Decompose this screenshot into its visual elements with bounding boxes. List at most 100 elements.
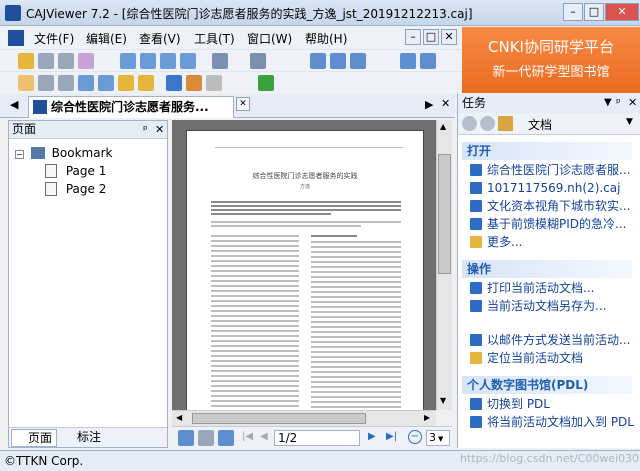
scroll-right-icon[interactable]: ▶ (424, 413, 430, 422)
back-icon[interactable] (462, 116, 477, 131)
dropdown-icon[interactable]: ▼ (604, 94, 612, 112)
email-icon[interactable] (78, 53, 94, 69)
highlight-icon[interactable] (118, 75, 134, 91)
fit-view-icon[interactable] (218, 430, 234, 446)
cnki-banner[interactable]: CNKI协同研学平台 新一代研学型图书馆 (462, 27, 640, 93)
email-icon (470, 334, 482, 346)
email-active-doc[interactable]: 以邮件方式发送当前活动... (470, 332, 634, 350)
doc-icon (8, 30, 24, 46)
home-icon[interactable] (498, 116, 513, 131)
horizontal-scrollbar[interactable]: ◀ ▶ (172, 410, 436, 426)
zoom-value: 3 (429, 431, 436, 444)
menu-file[interactable]: 文件(F) (34, 30, 74, 47)
scroll-left-icon[interactable]: ◀ (176, 413, 182, 422)
folder-icon (470, 236, 482, 248)
vertical-scrollbar[interactable]: ▲ ▼ (436, 120, 452, 410)
locate-active-doc[interactable]: 定位当前活动文档 (470, 350, 634, 368)
vertical-scroll-thumb[interactable] (438, 154, 451, 274)
continuous-facing-icon[interactable] (180, 53, 196, 69)
fit-icon[interactable] (250, 53, 266, 69)
ocr-icon[interactable] (98, 75, 114, 91)
menu-window[interactable]: 窗口(W) (247, 30, 292, 47)
text-select-icon[interactable] (58, 75, 74, 91)
prev-page-icon[interactable]: ◀ (260, 431, 268, 442)
print-active-doc[interactable]: 打印当前活动文档... (470, 280, 634, 298)
next-page-icon[interactable]: ▶ (368, 431, 376, 442)
go-arrow-icon[interactable] (258, 75, 274, 91)
switch-to-pdl[interactable]: 切换到 PDL (470, 396, 634, 414)
watermark: https://blog.csdn.net/C00wei0305 (460, 452, 640, 465)
select-tool-icon[interactable] (38, 75, 54, 91)
maximize-button[interactable]: □ (584, 3, 604, 21)
status-text: ©TTKN Corp. (4, 454, 84, 468)
view-mode-icon[interactable] (400, 53, 416, 69)
two-page-view-icon[interactable] (198, 430, 214, 446)
tree-item-page-2[interactable]: Page 2 (45, 182, 106, 196)
tab-pages-label: 页面 (28, 431, 53, 445)
menu-help[interactable]: 帮助(H) (305, 30, 347, 47)
panel-close-icon[interactable]: ✕ (155, 121, 164, 138)
last-page-icon[interactable]: ▶| (386, 431, 397, 442)
note-icon[interactable] (138, 75, 154, 91)
tab-document[interactable]: 综合性医院门诊志愿者服务... (28, 96, 234, 118)
add-doc-to-pdl[interactable]: 将当前活动文档加入到 PDL (470, 414, 634, 432)
chevron-down-icon[interactable]: ▼ (626, 117, 633, 127)
zoom-select[interactable]: 3 ▼ (426, 430, 450, 446)
tab-scroll-right-icon[interactable]: ▶ (425, 98, 433, 111)
continuous-page-icon[interactable] (140, 53, 156, 69)
recent-file-label: 1017117569.nh(2).caj (487, 181, 621, 195)
bookmark-icon (30, 147, 45, 159)
rotate-icon[interactable] (212, 53, 228, 69)
menu-edit[interactable]: 编辑(E) (86, 30, 127, 47)
eraser-icon[interactable] (206, 75, 222, 91)
bookmark-tree-root[interactable]: − Bookmark (15, 146, 112, 160)
save-icon[interactable] (38, 53, 54, 69)
tree-item-page-1[interactable]: Page 1 (45, 164, 106, 178)
pen-icon[interactable] (166, 75, 182, 91)
tree-item-label: Page 1 (65, 164, 107, 178)
mdi-restore-button[interactable]: □ (423, 29, 439, 45)
tab-annotations[interactable]: 标注 (61, 429, 107, 447)
menu-view[interactable]: 查看(V) (139, 30, 181, 47)
facing-page-icon[interactable] (160, 53, 176, 69)
pin-icon[interactable]: ᵖ (616, 94, 621, 112)
tab-scroll-left-icon[interactable]: ◀ (10, 98, 18, 111)
menu-tools[interactable]: 工具(T) (194, 30, 235, 47)
image-select-icon[interactable] (78, 75, 94, 91)
recent-file-2[interactable]: 1017117569.nh(2).caj (470, 180, 634, 198)
recent-file-1[interactable]: 综合性医院门诊志愿者服... (470, 162, 634, 180)
collapse-icon[interactable]: − (15, 150, 24, 159)
tab-close-icon[interactable]: ✕ (236, 97, 250, 111)
mdi-close-button[interactable]: ✕ (441, 29, 457, 45)
more-files-link[interactable]: 更多... (470, 234, 634, 252)
caj-file-icon (470, 200, 482, 212)
fit-page-icon[interactable] (350, 53, 366, 69)
recent-file-4[interactable]: 基于前馈模糊PID的急冷... (470, 216, 634, 234)
minimize-button[interactable]: – (563, 3, 583, 21)
mdi-minimize-button[interactable]: – (405, 29, 421, 45)
first-page-icon[interactable]: |◀ (242, 431, 253, 442)
scroll-down-icon[interactable]: ▼ (440, 396, 446, 405)
actual-size-icon[interactable] (310, 53, 326, 69)
recent-file-3[interactable]: 文化资本视角下城市软实... (470, 198, 634, 216)
print-icon[interactable] (58, 53, 74, 69)
tab-list-close-icon[interactable]: ✕ (441, 97, 450, 110)
save-active-doc-as[interactable]: 当前活动文档另存为... (470, 298, 634, 316)
zoom-out-icon[interactable]: − (408, 430, 422, 444)
document-view[interactable]: 综合性医院门诊志愿者服务的实践 方逸 (172, 120, 436, 420)
tab-pages[interactable]: 页面 (11, 429, 57, 447)
open-icon[interactable] (18, 53, 34, 69)
close-button[interactable]: ✕ (605, 3, 639, 21)
scroll-up-icon[interactable]: ▲ (440, 122, 446, 131)
pin-icon[interactable]: ᵖ (143, 121, 148, 138)
forward-icon[interactable] (480, 116, 495, 131)
single-page-icon[interactable] (120, 53, 136, 69)
page-number-field[interactable]: 1/2 (274, 430, 360, 446)
fit-width-icon[interactable] (330, 53, 346, 69)
fullscreen-icon[interactable] (420, 53, 436, 69)
single-page-view-icon[interactable] (178, 430, 194, 446)
horizontal-scroll-thumb[interactable] (192, 413, 366, 424)
task-pane-close-icon[interactable]: ✕ (628, 94, 637, 112)
hand-tool-icon[interactable] (18, 75, 34, 91)
pencil-icon[interactable] (186, 75, 202, 91)
